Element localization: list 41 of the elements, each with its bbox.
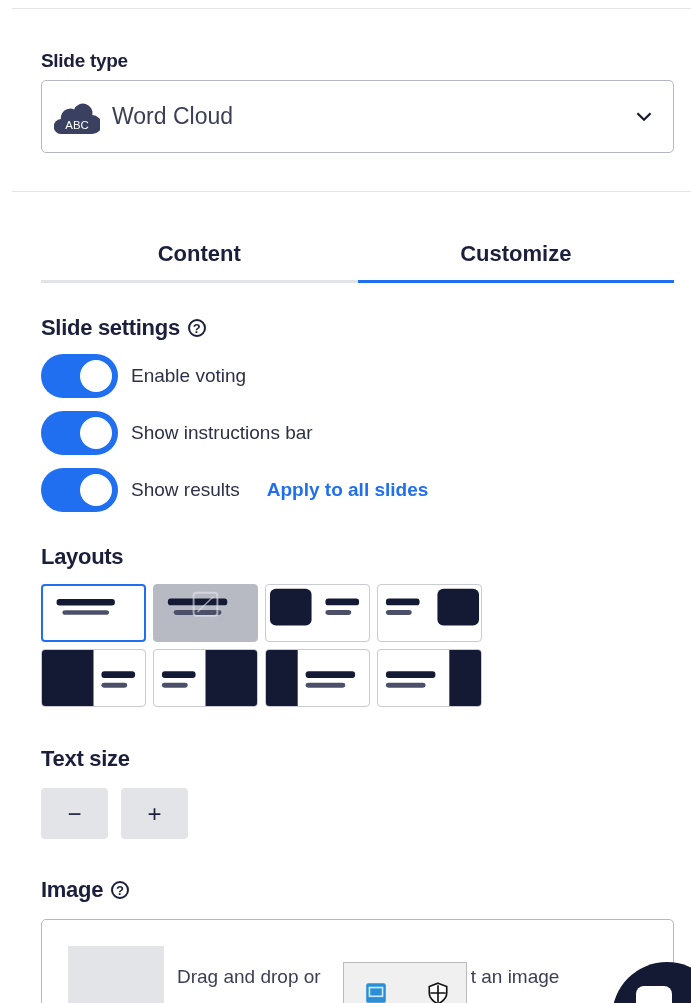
text-size-button[interactable]: − bbox=[41, 788, 108, 839]
toggle-switch[interactable] bbox=[41, 411, 118, 455]
layout-option[interactable] bbox=[41, 649, 146, 707]
layout-icon bbox=[385, 650, 481, 706]
layout-icon bbox=[269, 588, 360, 626]
layout-icon bbox=[167, 591, 228, 617]
layout-icon bbox=[42, 650, 136, 706]
section-title: Text size bbox=[41, 746, 130, 772]
layout-option[interactable] bbox=[265, 649, 370, 707]
help-icon[interactable]: ? bbox=[187, 319, 206, 337]
toggle-switch[interactable] bbox=[41, 468, 118, 512]
tab[interactable]: Customize bbox=[357, 228, 674, 283]
layout-icon bbox=[161, 650, 257, 706]
slide-type-dropdown[interactable]: ABC Word Cloud bbox=[41, 80, 674, 153]
text-size-button[interactable]: + bbox=[121, 788, 188, 839]
image-drop-zone[interactable]: Drag and drop or t an image bbox=[41, 919, 674, 1003]
layout-option[interactable] bbox=[377, 649, 482, 707]
help-icon[interactable]: ? bbox=[111, 881, 130, 899]
layout-option[interactable] bbox=[153, 584, 258, 642]
section-title: Slide settings bbox=[41, 315, 180, 341]
layout-option[interactable] bbox=[41, 584, 146, 642]
shield-icon[interactable] bbox=[426, 981, 450, 1003]
drop-hint: t an image bbox=[470, 966, 560, 988]
layout-icon bbox=[266, 650, 356, 706]
section-title: Layouts bbox=[41, 544, 124, 570]
layout-icon bbox=[56, 599, 115, 615]
toggle-switch[interactable] bbox=[41, 354, 118, 398]
apply-link[interactable]: Apply to all slides bbox=[266, 479, 429, 501]
drop-hint: Drag and drop or bbox=[177, 966, 321, 988]
toggle-label: Show results bbox=[131, 479, 240, 501]
layout-icon bbox=[385, 588, 479, 626]
layout-option[interactable] bbox=[377, 584, 482, 642]
toggle-label: Enable voting bbox=[131, 365, 247, 387]
section-title: Image bbox=[41, 877, 104, 903]
layout-option[interactable] bbox=[153, 649, 258, 707]
chevron-down-icon bbox=[635, 111, 653, 122]
section-label: Slide type bbox=[41, 50, 129, 72]
network-icon[interactable] bbox=[364, 981, 388, 1003]
layout-option[interactable] bbox=[265, 584, 370, 642]
tab[interactable]: Content bbox=[41, 228, 358, 283]
toggle-label: Show instructions bar bbox=[131, 422, 313, 444]
